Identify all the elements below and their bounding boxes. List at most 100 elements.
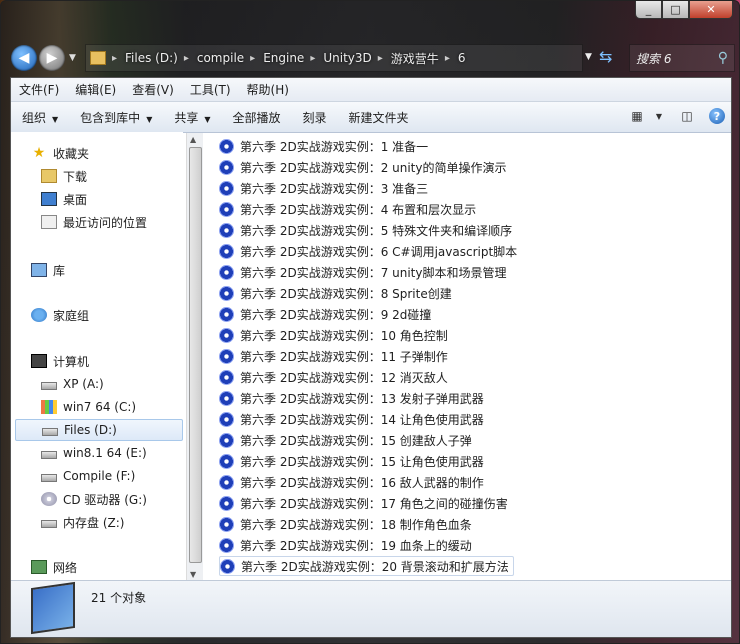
file-item[interactable]: 第六季 2D实战游戏实例：19 血条上的缓动: [219, 535, 472, 555]
share-button[interactable]: 共享 ▼: [163, 109, 221, 126]
burn-button[interactable]: 刻录: [292, 109, 338, 126]
item-count: 21 个对象: [91, 591, 147, 605]
file-name: 第六季 2D实战游戏实例：14 让角色使用武器: [240, 412, 484, 427]
minimize-button[interactable]: _: [635, 1, 662, 19]
nav-label: 收藏夹: [53, 146, 90, 161]
file-item[interactable]: 第六季 2D实战游戏实例：20 背景滚动和扩展方法: [219, 556, 514, 576]
nav-drive-g[interactable]: CD 驱动器 (G:): [41, 488, 147, 510]
menu-help[interactable]: 帮助(H): [239, 81, 297, 98]
nav-drive-e[interactable]: win8.1 64 (E:): [41, 442, 147, 464]
video-file-icon: [219, 348, 234, 364]
chevron-right-icon[interactable]: ▸: [310, 53, 315, 64]
close-button[interactable]: ✕: [689, 1, 733, 19]
video-file-icon: [219, 537, 234, 553]
file-item[interactable]: 第六季 2D实战游戏实例：17 角色之间的碰撞伤害: [219, 493, 508, 513]
nav-scrollbar[interactable]: ▲ ▼: [186, 133, 203, 581]
file-item[interactable]: 第六季 2D实战游戏实例：12 消灭敌人: [219, 367, 448, 387]
nav-computer[interactable]: 计算机: [31, 350, 89, 372]
refresh-icon[interactable]: ⇆: [599, 47, 612, 66]
search-input[interactable]: 搜索 6 ⚲: [629, 44, 735, 72]
file-item[interactable]: 第六季 2D实战游戏实例：5 特殊文件夹和编译顺序: [219, 220, 512, 240]
nav-label: 桌面: [63, 192, 88, 207]
nav-downloads[interactable]: 下载: [41, 165, 87, 187]
file-item[interactable]: 第六季 2D实战游戏实例：8 Sprite创建: [219, 283, 452, 303]
chevron-down-icon[interactable]: ▼: [649, 106, 669, 126]
address-dropdown[interactable]: ▼: [585, 52, 592, 62]
file-item[interactable]: 第六季 2D实战游戏实例：14 让角色使用武器: [219, 409, 484, 429]
nav-homegroup[interactable]: 家庭组: [31, 304, 89, 326]
forward-button[interactable]: ▶: [39, 45, 65, 71]
file-item[interactable]: 第六季 2D实战游戏实例：4 布置和层次显示: [219, 199, 476, 219]
media-library-icon: [31, 581, 75, 635]
menu-tools[interactable]: 工具(T): [182, 81, 239, 98]
file-item[interactable]: 第六季 2D实战游戏实例：16 敌人武器的制作: [219, 472, 484, 492]
nav-label: 家庭组: [53, 308, 90, 323]
maximize-button[interactable]: □: [662, 1, 689, 19]
file-item[interactable]: 第六季 2D实战游戏实例：11 子弹制作: [219, 346, 448, 366]
include-label: 包含到库中: [80, 110, 141, 125]
file-item[interactable]: 第六季 2D实战游戏实例：18 制作角色血条: [219, 514, 472, 534]
nav-libraries[interactable]: 库: [31, 259, 65, 281]
play-all-button[interactable]: 全部播放: [222, 109, 292, 126]
chevron-right-icon[interactable]: ▸: [250, 53, 255, 64]
organize-button[interactable]: 组织 ▼: [11, 109, 69, 126]
nav-drive-d[interactable]: Files (D:): [15, 419, 183, 441]
file-name: 第六季 2D实战游戏实例：15 让角色使用武器: [240, 454, 484, 469]
nav-recent[interactable]: 最近访问的位置: [41, 211, 147, 233]
view-options-icon[interactable]: ▦: [627, 106, 647, 126]
recent-pages-dropdown[interactable]: ▼: [69, 53, 76, 63]
file-item[interactable]: 第六季 2D实战游戏实例：10 角色控制: [219, 325, 448, 345]
chevron-right-icon[interactable]: ▸: [445, 53, 450, 64]
caption-buttons: _ □ ✕: [635, 1, 733, 19]
file-item[interactable]: 第六季 2D实战游戏实例：1 准备一: [219, 136, 428, 156]
new-folder-button[interactable]: 新建文件夹: [338, 109, 420, 126]
breadcrumb-engine[interactable]: Engine: [263, 51, 304, 65]
file-item[interactable]: 第六季 2D实战游戏实例：15 让角色使用武器: [219, 451, 484, 471]
scrollbar-thumb[interactable]: [189, 147, 202, 563]
video-file-icon: [219, 369, 234, 385]
file-item[interactable]: 第六季 2D实战游戏实例：15 创建敌人子弹: [219, 430, 472, 450]
file-item[interactable]: 第六季 2D实战游戏实例：9 2d碰撞: [219, 304, 431, 324]
video-file-icon: [219, 222, 234, 238]
file-item[interactable]: 第六季 2D实战游戏实例：6 C#调用javascript脚本: [219, 241, 517, 261]
search-icon[interactable]: ⚲: [718, 50, 728, 66]
file-item[interactable]: 第六季 2D实战游戏实例：2 unity的简单操作演示: [219, 157, 507, 177]
nav-label: 下载: [63, 169, 88, 184]
nav-drive-f[interactable]: Compile (F:): [41, 465, 135, 487]
file-item[interactable]: 第六季 2D实战游戏实例：7 unity脚本和场景管理: [219, 262, 507, 282]
share-label: 共享: [174, 110, 199, 125]
chevron-up-icon[interactable]: ▲: [190, 135, 196, 144]
file-name: 第六季 2D实战游戏实例：1 准备一: [240, 139, 429, 154]
nav-favorites[interactable]: ★ 收藏夹: [31, 142, 89, 164]
arrow-left-icon: ◀: [18, 50, 30, 66]
help-icon[interactable]: ?: [709, 108, 725, 124]
file-name: 第六季 2D实战游戏实例：13 发射子弹用武器: [240, 391, 484, 406]
breadcrumb-unity3d[interactable]: Unity3D: [323, 51, 371, 65]
video-file-icon: [220, 558, 235, 574]
address-bar[interactable]: ▸ Files (D:) ▸ compile ▸ Engine ▸ Unity3D ▸ …: [85, 44, 583, 72]
breadcrumb-game[interactable]: 游戏营牛: [391, 50, 439, 67]
include-library-button[interactable]: 包含到库中 ▼: [69, 109, 163, 126]
nav-drive-z[interactable]: 内存盘 (Z:): [41, 511, 124, 533]
chevron-down-icon: ▼: [204, 114, 211, 124]
nav-network[interactable]: 网络: [31, 556, 77, 578]
drive-icon: [41, 520, 57, 528]
back-button[interactable]: ◀: [11, 45, 37, 71]
chevron-down-icon[interactable]: ▼: [190, 570, 196, 579]
chevron-right-icon[interactable]: ▸: [378, 53, 383, 64]
search-placeholder: 搜索 6: [636, 51, 672, 66]
preview-pane-icon[interactable]: ◫: [677, 106, 697, 126]
breadcrumb-compile[interactable]: compile: [197, 51, 244, 65]
nav-desktop[interactable]: 桌面: [41, 188, 87, 210]
chevron-right-icon[interactable]: ▸: [112, 53, 117, 64]
chevron-right-icon[interactable]: ▸: [184, 53, 189, 64]
file-item[interactable]: 第六季 2D实战游戏实例：3 准备三: [219, 178, 428, 198]
file-item[interactable]: 第六季 2D实战游戏实例：13 发射子弹用武器: [219, 388, 484, 408]
menu-view[interactable]: 查看(V): [124, 81, 182, 98]
nav-drive-c[interactable]: win7 64 (C:): [41, 396, 136, 418]
nav-drive-a[interactable]: XP (A:): [41, 373, 104, 395]
breadcrumb-current[interactable]: 6: [458, 51, 466, 65]
menu-file[interactable]: 文件(F): [11, 81, 67, 98]
menu-edit[interactable]: 编辑(E): [67, 81, 124, 98]
breadcrumb-drive[interactable]: Files (D:): [125, 51, 178, 65]
